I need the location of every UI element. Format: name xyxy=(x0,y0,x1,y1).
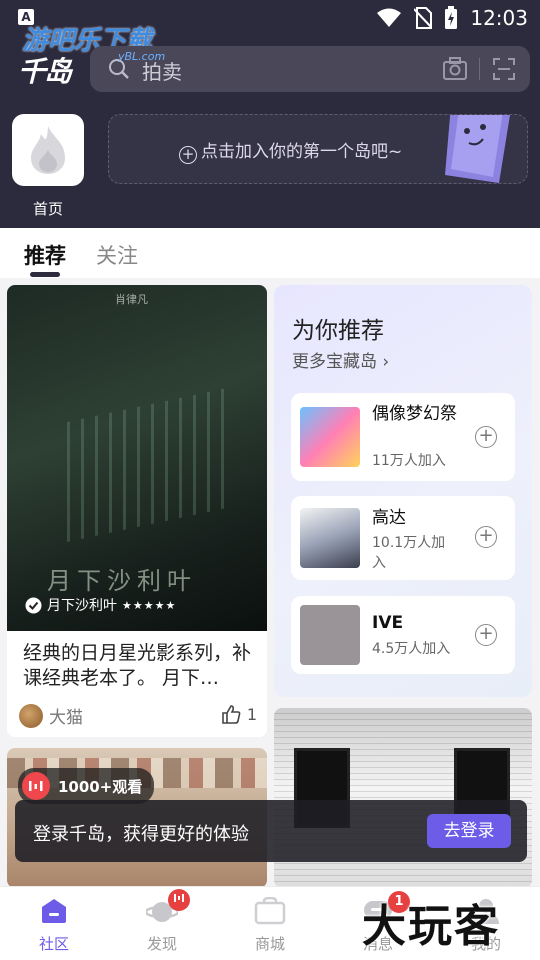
wifi-icon xyxy=(377,8,402,27)
status-time: 12:03 xyxy=(470,6,528,30)
nav-mall[interactable]: 商城 xyxy=(216,887,324,960)
nav-mall-label: 商城 xyxy=(254,935,285,953)
logo-text: 千岛 xyxy=(18,55,72,88)
login-prompt-text: 登录千岛，获得更好的体验 xyxy=(33,824,249,845)
scan-icon[interactable] xyxy=(492,57,516,81)
camera-icon[interactable] xyxy=(442,57,468,81)
home-island-label: 首页 xyxy=(32,200,63,218)
feed-tabs: 推荐 关注 xyxy=(0,228,540,278)
join-island-banner[interactable]: + 点击加入你的第一个岛吧~ xyxy=(108,114,528,184)
island-member-count: 11万人加入 xyxy=(372,453,446,469)
poster-title: 月下沙利叶 xyxy=(47,567,197,595)
watermark-subtitle: yBL.com xyxy=(118,50,166,63)
rating-stars: ★★★★★ xyxy=(122,598,177,612)
tab-follow[interactable]: 关注 xyxy=(96,240,138,270)
community-icon xyxy=(42,899,66,923)
island-item[interactable]: 偶像梦幻祭 11万人加入 + xyxy=(291,393,515,481)
island-thumbnail xyxy=(300,407,360,467)
like-button[interactable]: 1 xyxy=(221,704,257,724)
join-island-button[interactable]: + xyxy=(475,526,497,548)
nav-community[interactable]: 社区 xyxy=(0,887,108,960)
thumbs-up-icon xyxy=(222,705,241,724)
like-count: 1 xyxy=(246,704,257,724)
battery-charging-icon xyxy=(445,6,458,29)
island-member-count: 10.1万人加入 xyxy=(372,535,446,571)
island-thumbnail xyxy=(300,508,360,568)
login-button[interactable]: 去登录 xyxy=(427,814,511,848)
island-thumbnail xyxy=(300,605,360,665)
recommend-panel: 为你推荐 更多宝藏岛 › 偶像梦幻祭 11万人加入 + 高达 10.1万人加入 … xyxy=(274,285,532,697)
view-count: 1000+观看 xyxy=(58,777,143,796)
mascot-illustration xyxy=(445,115,511,183)
search-divider xyxy=(479,58,480,80)
add-circle-icon: + xyxy=(179,146,197,164)
poster-decoration xyxy=(67,387,227,543)
post-title: 经典的日月星光影系列，补课经典老本了。 月下… xyxy=(23,642,252,689)
more-islands-link[interactable]: 更多宝藏岛 › xyxy=(292,347,389,372)
avatar xyxy=(19,703,43,728)
join-island-label: 点击加入你的第一个岛吧~ xyxy=(201,142,403,162)
nav-community-label: 社区 xyxy=(38,935,69,953)
post-image: 肖律凡 月下沙利叶 月下沙利叶 ★★★★★ xyxy=(7,285,267,631)
island-item[interactable]: IVE 4.5万人加入 + xyxy=(291,596,515,674)
flame-icon xyxy=(31,126,65,174)
corner-watermark: 大玩客 xyxy=(362,901,500,952)
mall-icon xyxy=(254,897,286,925)
discover-live-badge xyxy=(168,889,190,911)
more-islands-label: 更多宝藏岛 xyxy=(292,352,377,372)
island-item[interactable]: 高达 10.1万人加入 + xyxy=(291,496,515,580)
poster-top-text: 肖律凡 xyxy=(115,293,148,306)
no-sim-icon xyxy=(414,7,433,29)
island-member-count: 4.5万人加入 xyxy=(372,641,451,657)
top-header: A 12:03 千岛 游吧乐下载 拍卖 yBL.com 首页 + 点击加入你的第一… xyxy=(0,0,540,228)
tab-indicator xyxy=(30,272,60,277)
join-island-button[interactable]: + xyxy=(475,624,497,646)
author-name: 大猫 xyxy=(49,708,83,728)
join-island-button[interactable]: + xyxy=(475,426,497,448)
post-author[interactable]: 大猫 xyxy=(19,703,83,728)
live-audio-icon xyxy=(22,772,50,800)
chevron-right-icon: › xyxy=(382,352,390,372)
check-circle-icon xyxy=(25,597,42,613)
nav-discover[interactable]: 发现 xyxy=(108,887,216,960)
island-name: 高达 xyxy=(372,508,406,528)
post-card[interactable]: 肖律凡 月下沙利叶 月下沙利叶 ★★★★★ 经典的日月星光影系列，补课经典老本了… xyxy=(7,285,267,737)
join-island-text: + 点击加入你的第一个岛吧~ xyxy=(179,137,402,164)
tab-recommend[interactable]: 推荐 xyxy=(24,240,66,270)
login-prompt: 登录千岛，获得更好的体验 去登录 xyxy=(15,800,527,862)
view-count-badge: 1000+观看 xyxy=(18,768,155,804)
home-island-button[interactable] xyxy=(12,114,84,186)
status-icons: 12:03 xyxy=(376,4,528,32)
island-name: 偶像梦幻祭 xyxy=(372,404,457,424)
source-tag-name: 月下沙利叶 xyxy=(47,598,117,614)
source-tag[interactable]: 月下沙利叶 ★★★★★ xyxy=(25,595,176,615)
nav-discover-label: 发现 xyxy=(146,935,177,953)
recommend-title: 为你推荐 xyxy=(292,318,384,344)
island-name: IVE xyxy=(372,613,404,633)
